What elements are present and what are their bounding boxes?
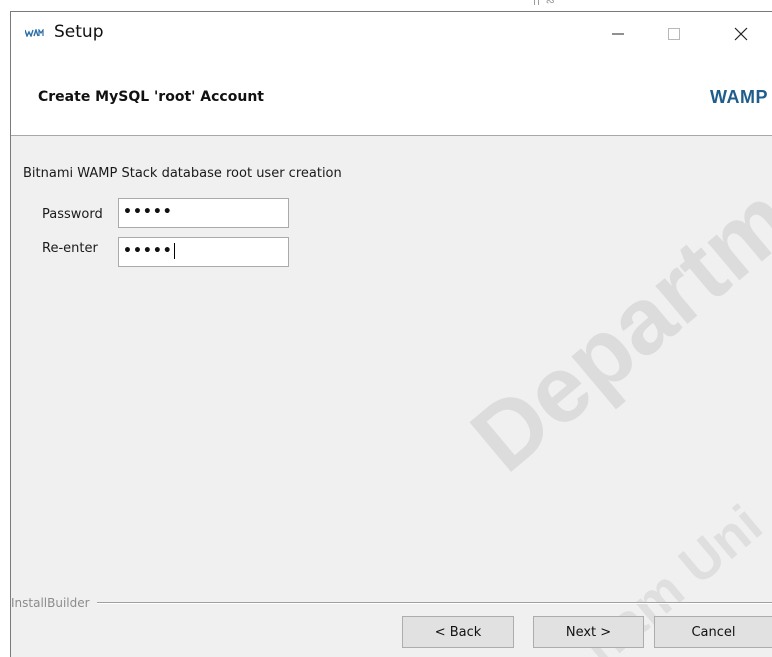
page-header: Create MySQL 'root' Account WAMP [11, 56, 772, 136]
reenter-password-field[interactable]: ••••• [118, 237, 289, 267]
password-value: ••••• [123, 204, 173, 220]
close-icon [734, 27, 748, 41]
footer-divider [97, 602, 772, 604]
brand-logo: WAMP [710, 87, 768, 107]
background-text-fragment: ıı ∾ [533, 0, 556, 8]
watermark-text: Departmen [451, 95, 772, 492]
back-button[interactable]: < Back [402, 616, 514, 648]
text-cursor [173, 243, 175, 259]
password-field[interactable]: ••••• [118, 198, 289, 228]
next-button[interactable]: Next > [533, 616, 644, 648]
setup-window: Setup Create MySQL 'root' Account WAMP D… [10, 11, 772, 657]
title-bar: Setup [11, 12, 772, 56]
minimize-icon [612, 33, 624, 35]
cancel-button[interactable]: Cancel [654, 616, 772, 648]
maximize-button[interactable] [651, 12, 697, 56]
background-strip: ıı ∾ [0, 0, 772, 11]
window-title: Setup [54, 22, 104, 42]
maximize-icon [668, 28, 680, 40]
page-title: Create MySQL 'root' Account [38, 89, 264, 105]
password-label: Password [42, 207, 103, 222]
reenter-label: Re-enter [42, 241, 98, 256]
wamp-logo-icon [25, 29, 44, 37]
reenter-value: ••••• [123, 243, 173, 259]
installbuilder-label: InstallBuilder [11, 596, 90, 610]
form-description: Bitnami WAMP Stack database root user cr… [23, 166, 342, 181]
close-button[interactable] [718, 12, 764, 56]
minimize-button[interactable] [595, 12, 641, 56]
